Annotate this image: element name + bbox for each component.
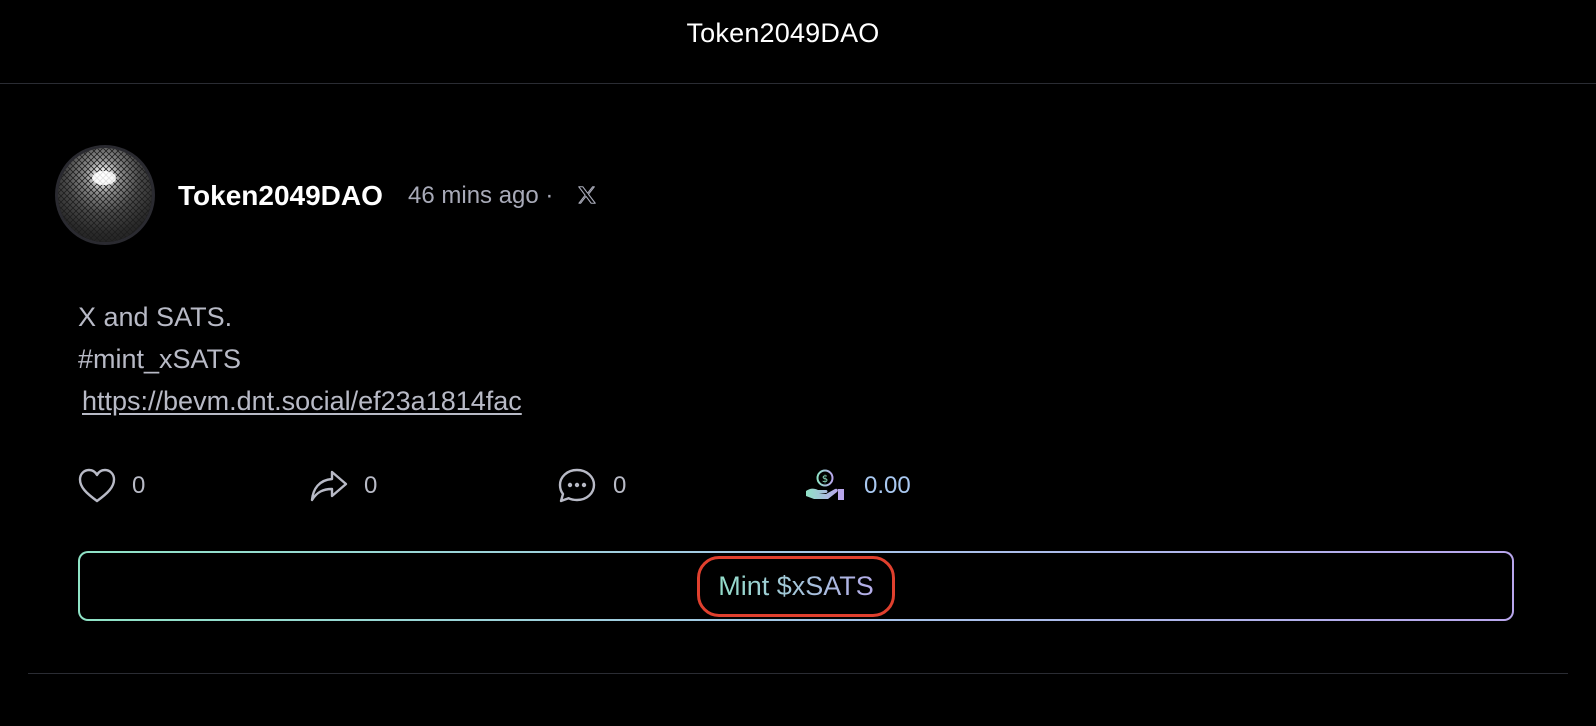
- post-meta: 46 mins ago ·: [408, 182, 553, 210]
- share-button[interactable]: 0: [310, 466, 377, 506]
- tip-amount: 0.00: [864, 472, 911, 499]
- meta-separator: ·: [545, 182, 554, 209]
- share-count: 0: [364, 472, 378, 499]
- author-name[interactable]: Token2049DAO: [178, 180, 383, 212]
- comment-count: 0: [613, 472, 627, 499]
- post-hashtag[interactable]: #mint_xSATS: [78, 338, 522, 380]
- heart-icon: [78, 468, 116, 503]
- comment-button[interactable]: 0: [557, 466, 626, 506]
- avatar[interactable]: [58, 148, 152, 242]
- mint-button[interactable]: Mint $xSATS: [78, 551, 1514, 621]
- like-button[interactable]: 0: [78, 466, 145, 506]
- like-count: 0: [132, 472, 146, 499]
- svg-text:$: $: [822, 474, 828, 485]
- post-divider: [28, 673, 1568, 674]
- tip-button[interactable]: $ 0.00: [804, 466, 911, 506]
- page-title: Token2049DAO: [686, 18, 880, 48]
- mint-button-label[interactable]: Mint $xSATS: [697, 555, 895, 617]
- share-arrow-icon: [310, 470, 348, 502]
- x-logo-icon[interactable]: [576, 184, 598, 206]
- mint-button-inner[interactable]: Mint $xSATS: [80, 553, 1512, 619]
- post-text-line: X and SATS.: [78, 302, 233, 332]
- post-link[interactable]: https://bevm.dnt.social/ef23a1814fac: [82, 380, 522, 422]
- post-timestamp: 46 mins ago: [408, 182, 539, 209]
- post-body: X and SATS. #mint_xSATS https://bevm.dnt…: [78, 296, 522, 422]
- top-bar: Token2049DAO: [0, 0, 1596, 84]
- comment-bubble-icon: [558, 468, 596, 503]
- hand-coin-icon: $: [806, 469, 844, 500]
